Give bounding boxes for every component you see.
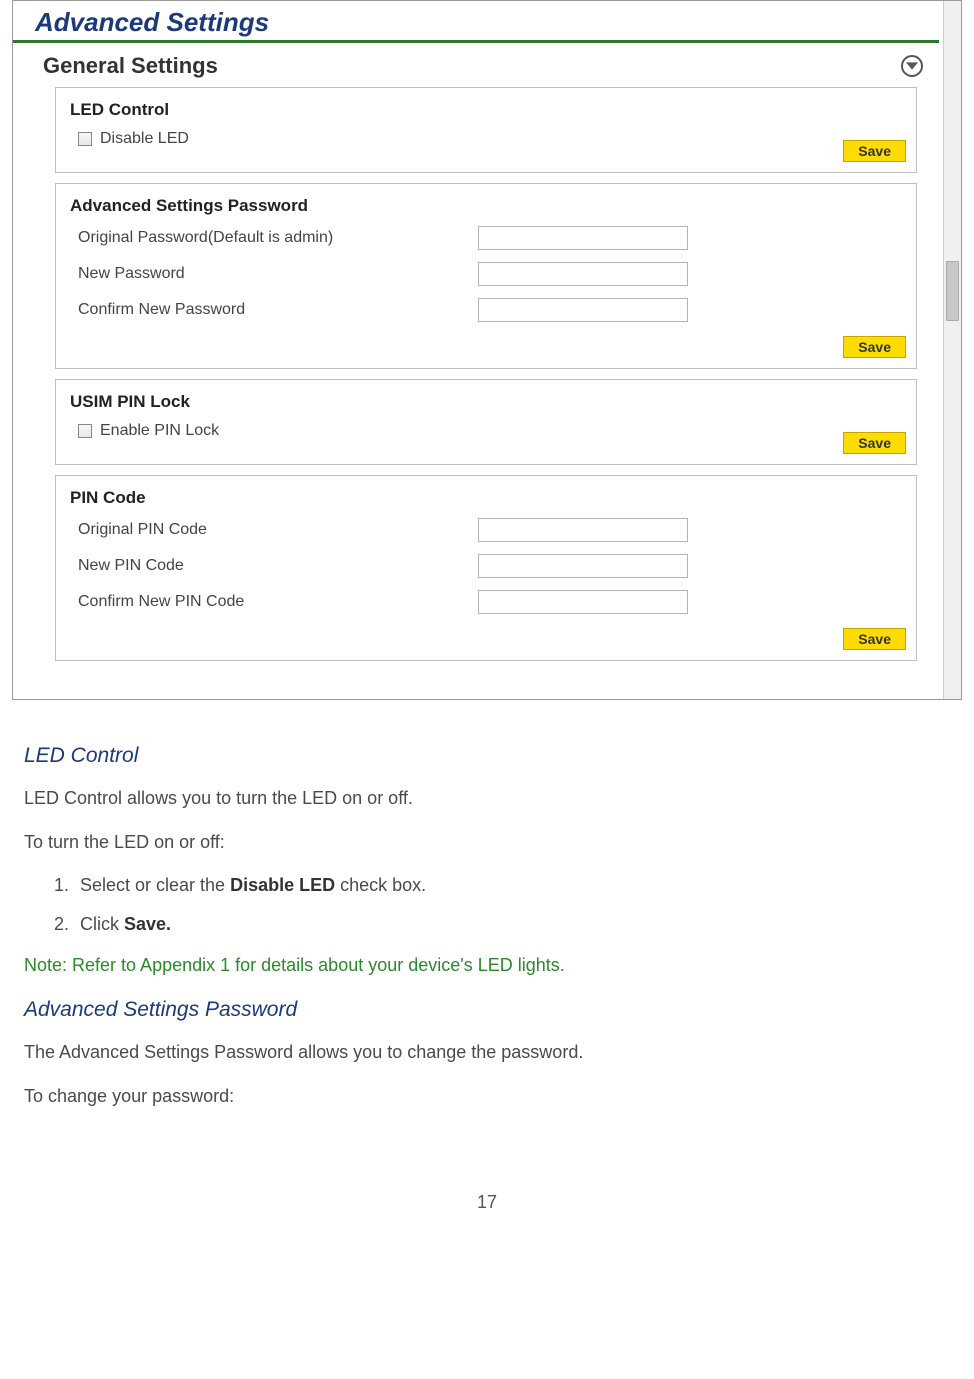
password-steps-intro: To change your password: bbox=[24, 1084, 950, 1108]
settings-screenshot: Advanced Settings General Settings LED C… bbox=[12, 0, 962, 700]
led-step2-bold: Save. bbox=[124, 914, 171, 934]
save-button-password[interactable]: Save bbox=[843, 336, 906, 358]
general-settings-header[interactable]: General Settings bbox=[13, 43, 943, 87]
heading-advanced-password: Advanced Settings Password bbox=[24, 998, 950, 1022]
pin-lock-panel: USIM PIN Lock Enable PIN Lock Save bbox=[55, 379, 917, 465]
led-step1-bold: Disable LED bbox=[230, 875, 335, 895]
original-password-label: Original Password(Default is admin) bbox=[78, 229, 478, 247]
new-password-input[interactable] bbox=[478, 262, 688, 286]
panel-title-password: Advanced Settings Password bbox=[56, 184, 916, 226]
section-title: General Settings bbox=[43, 53, 218, 79]
enable-pin-lock-row: Enable PIN Lock bbox=[78, 422, 902, 440]
enable-pin-lock-label: Enable PIN Lock bbox=[100, 422, 219, 440]
original-pin-label: Original PIN Code bbox=[78, 521, 478, 539]
led-steps-intro: To turn the LED on or off: bbox=[24, 830, 950, 854]
collapse-toggle-icon[interactable] bbox=[901, 55, 923, 77]
confirm-password-label: Confirm New Password bbox=[78, 301, 478, 319]
led-step1-post: check box. bbox=[335, 875, 426, 895]
save-button-pinlock[interactable]: Save bbox=[843, 432, 906, 454]
confirm-pin-label: Confirm New PIN Code bbox=[78, 593, 478, 611]
panel-title-pinlock: USIM PIN Lock bbox=[56, 380, 916, 422]
led-note: Note: Refer to Appendix 1 for details ab… bbox=[24, 955, 950, 976]
led-step-2: Click Save. bbox=[74, 914, 950, 935]
led-intro-text: LED Control allows you to turn the LED o… bbox=[24, 786, 950, 810]
led-step-1: Select or clear the Disable LED check bo… bbox=[74, 875, 950, 896]
enable-pin-lock-checkbox[interactable] bbox=[78, 424, 92, 438]
disable-led-checkbox[interactable] bbox=[78, 132, 92, 146]
original-pin-input[interactable] bbox=[478, 518, 688, 542]
led-step1-pre: Select or clear the bbox=[80, 875, 230, 895]
page-number: 17 bbox=[0, 1168, 974, 1223]
save-button-pincode[interactable]: Save bbox=[843, 628, 906, 650]
confirm-password-input[interactable] bbox=[478, 298, 688, 322]
panel-title-pincode: PIN Code bbox=[56, 476, 916, 518]
led-step2-pre: Click bbox=[80, 914, 124, 934]
led-steps-list: Select or clear the Disable LED check bo… bbox=[74, 875, 950, 935]
save-button-led[interactable]: Save bbox=[843, 140, 906, 162]
new-password-label: New Password bbox=[78, 265, 478, 283]
led-control-panel: LED Control Disable LED Save bbox=[55, 87, 917, 173]
pin-code-panel: PIN Code Original PIN Code New PIN Code … bbox=[55, 475, 917, 661]
password-panel: Advanced Settings Password Original Pass… bbox=[55, 183, 917, 369]
page-title: Advanced Settings bbox=[13, 5, 939, 43]
confirm-pin-input[interactable] bbox=[478, 590, 688, 614]
disable-led-row: Disable LED bbox=[78, 130, 902, 148]
disable-led-label: Disable LED bbox=[100, 130, 189, 148]
password-intro-text: The Advanced Settings Password allows yo… bbox=[24, 1040, 950, 1064]
document-body: LED Control LED Control allows you to tu… bbox=[0, 708, 974, 1168]
original-password-input[interactable] bbox=[478, 226, 688, 250]
panel-title-led: LED Control bbox=[56, 88, 916, 130]
scrollbar-thumb[interactable] bbox=[946, 261, 959, 321]
new-pin-label: New PIN Code bbox=[78, 557, 478, 575]
heading-led-control: LED Control bbox=[24, 744, 950, 768]
scrollbar[interactable] bbox=[943, 1, 961, 699]
new-pin-input[interactable] bbox=[478, 554, 688, 578]
